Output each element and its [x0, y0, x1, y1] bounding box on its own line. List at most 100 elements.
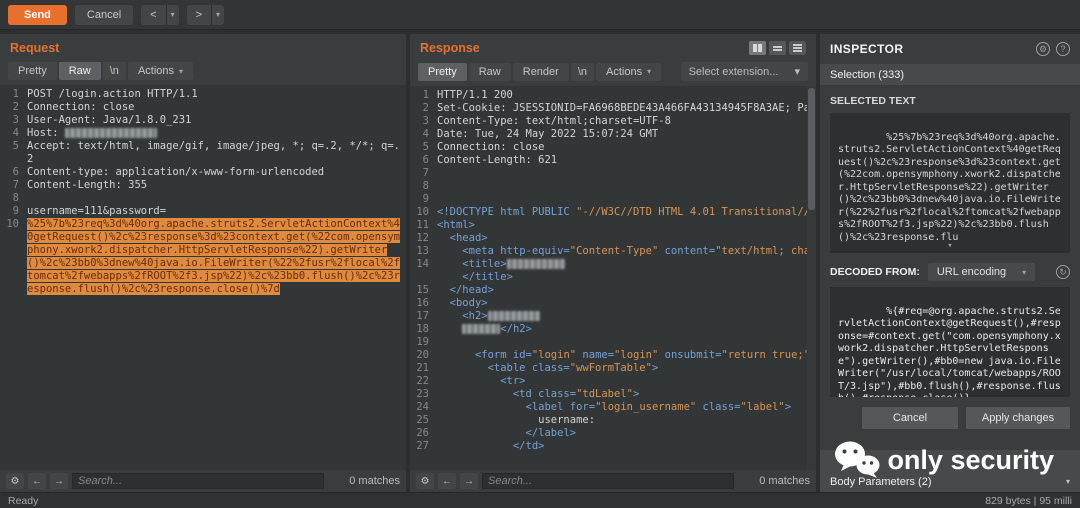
- code-line: 7 Content-Length: 355: [0, 179, 406, 192]
- history-forward-dropdown[interactable]: ▾: [211, 4, 225, 25]
- status-ready: Ready: [8, 494, 39, 507]
- arrow-left-icon: ←: [32, 475, 42, 487]
- tab-request-pretty[interactable]: Pretty: [8, 62, 57, 80]
- search-next-button[interactable]: →: [50, 473, 68, 489]
- inspector-section-body-parameters[interactable]: Body Parameters (2) ▾: [820, 471, 1080, 492]
- history-forward-button[interactable]: >: [186, 4, 212, 25]
- apply-changes-button[interactable]: Apply changes: [966, 407, 1070, 429]
- code-line: 1 POST /login.action HTTP/1.1: [0, 88, 406, 101]
- refresh-icon[interactable]: ↻: [1056, 265, 1070, 279]
- tab-label: Render: [522, 65, 559, 78]
- search-settings-button[interactable]: ⚙: [6, 473, 24, 489]
- line-number: 1: [422, 89, 429, 101]
- decoded-text-box[interactable]: %{#req=@org.apache.struts2.ServletAction…: [830, 287, 1070, 397]
- chevron-down-icon: ▾: [179, 66, 184, 76]
- search-prev-button[interactable]: ←: [438, 473, 456, 489]
- line-number: 8: [12, 192, 19, 204]
- line-number: 24: [416, 401, 429, 413]
- line-number: 2: [12, 101, 19, 113]
- dropdown-label: Select extension...: [688, 65, 779, 78]
- code-line: 6 Content-Length: 621: [410, 154, 816, 167]
- code-line: 9 username=111&password=: [0, 205, 406, 218]
- response-editor[interactable]: 1 HTTP/1.1 200 2 Set-Cookie: JSESSIONID=FA6…: [410, 86, 816, 470]
- line-number: 17: [416, 310, 429, 322]
- layout-rows-icon[interactable]: [769, 41, 786, 55]
- response-actions-dropdown[interactable]: Actions ▾: [596, 62, 662, 81]
- gear-icon[interactable]: ⚙: [1036, 42, 1050, 56]
- tab-response-pretty[interactable]: Pretty: [418, 62, 467, 81]
- search-settings-button[interactable]: ⚙: [416, 473, 434, 489]
- inspector-title: INSPECTOR: [830, 42, 904, 56]
- line-number: 7: [12, 179, 19, 191]
- inspector-cancel-button[interactable]: Cancel: [862, 407, 958, 429]
- response-search-input[interactable]: [482, 473, 734, 489]
- history-back-dropdown[interactable]: ▾: [165, 4, 179, 25]
- chevron-down-icon[interactable]: ▾: [947, 240, 952, 253]
- question-icon[interactable]: ?: [1056, 42, 1070, 56]
- encoding-dropdown[interactable]: URL encoding ▾: [927, 263, 1036, 281]
- line-number: 7: [422, 167, 429, 179]
- code-line: 18 </h2>: [410, 323, 816, 336]
- request-search-input[interactable]: [72, 473, 324, 489]
- send-button[interactable]: Send: [8, 4, 67, 25]
- arrow-right-icon: →: [464, 475, 474, 487]
- code-line: 2 Set-Cookie: JSESSIONID=FA6968BEDE43A466…: [410, 102, 816, 115]
- request-actions-dropdown[interactable]: Actions ▾: [127, 62, 194, 80]
- code-line: 12 <head>: [410, 232, 816, 245]
- redacted-blur: [506, 259, 565, 269]
- tab-request-raw[interactable]: Raw: [58, 62, 101, 80]
- status-bar: Ready 829 bytes | 95 milli: [0, 492, 1080, 508]
- response-scrollbar[interactable]: [807, 86, 816, 470]
- response-tab-bar: Pretty Raw Render \n Actions ▾ Select ext…: [410, 59, 816, 86]
- line-number: 26: [416, 427, 429, 439]
- tab-label: Raw: [68, 65, 91, 77]
- line-number: 1: [12, 88, 19, 100]
- tab-response-raw[interactable]: Raw: [468, 62, 511, 81]
- layout-toggle-group: [749, 41, 806, 55]
- cancel-button[interactable]: Cancel: [74, 4, 134, 25]
- code-line: 23 <td class="tdLabel">: [410, 388, 816, 401]
- code-line: 26 </label>: [410, 427, 816, 440]
- inspector-section-collapsed[interactable]: [820, 450, 1080, 471]
- history-back-button[interactable]: <: [141, 4, 166, 25]
- response-panel-header: Response: [410, 34, 816, 59]
- line-number: 12: [416, 232, 429, 244]
- code-line: 20 <form id="login" name="login" onsubmi…: [410, 349, 816, 362]
- request-search-bar: ⚙ ← → 0 matches: [0, 470, 406, 492]
- line-number: 22: [416, 375, 429, 387]
- inspector-section-selection[interactable]: Selection (333): [820, 64, 1080, 85]
- code-line: 5 Connection: close: [410, 141, 816, 154]
- search-prev-button[interactable]: ←: [28, 473, 46, 489]
- line-number: 15: [416, 284, 429, 296]
- select-extension-dropdown[interactable]: Select extension... ▾: [680, 62, 808, 81]
- line-number: 3: [422, 115, 429, 127]
- tab-label: Raw: [478, 65, 501, 78]
- decoded-from-row: DECODED FROM: URL encoding ▾ ↻: [830, 263, 1070, 281]
- tab-request-newline-toggle[interactable]: \n: [102, 62, 126, 80]
- search-next-button[interactable]: →: [460, 473, 478, 489]
- line-number: 11: [416, 219, 429, 231]
- code-line: 10 <!DOCTYPE html PUBLIC "-//W3C//DTD HTM…: [410, 206, 816, 219]
- tab-label: Pretty: [18, 65, 47, 77]
- tab-response-newline-toggle[interactable]: \n: [570, 62, 595, 81]
- gear-icon: ⚙: [420, 475, 430, 487]
- line-number: 18: [416, 323, 429, 335]
- scrollbar-thumb[interactable]: [808, 88, 815, 210]
- arrow-left-icon: ←: [442, 475, 452, 487]
- layout-columns-icon[interactable]: [749, 41, 766, 55]
- line-number: 6: [12, 166, 19, 178]
- tab-response-render[interactable]: Render: [512, 62, 569, 81]
- decoded-text-value: %{#req=@org.apache.struts2.ServletAction…: [838, 305, 1061, 398]
- layout-tabs-icon[interactable]: [789, 41, 806, 55]
- line-number: 3: [12, 114, 19, 126]
- line-number: 20: [416, 349, 429, 361]
- gear-icon: ⚙: [10, 475, 20, 487]
- selected-text-box[interactable]: %25%7b%23req%3d%40org.apache.struts2.Ser…: [830, 113, 1070, 253]
- response-title: Response: [420, 41, 480, 55]
- inspector-buttons: Cancel Apply changes: [830, 407, 1070, 429]
- chevron-down-icon: ▾: [647, 67, 652, 76]
- request-tab-bar: Pretty Raw \n Actions ▾: [0, 59, 406, 85]
- code-line: 11 <html>: [410, 219, 816, 232]
- request-search-matches: 0 matches: [349, 475, 400, 487]
- request-editor[interactable]: 1 POST /login.action HTTP/1.1 2 Connection:…: [0, 85, 406, 470]
